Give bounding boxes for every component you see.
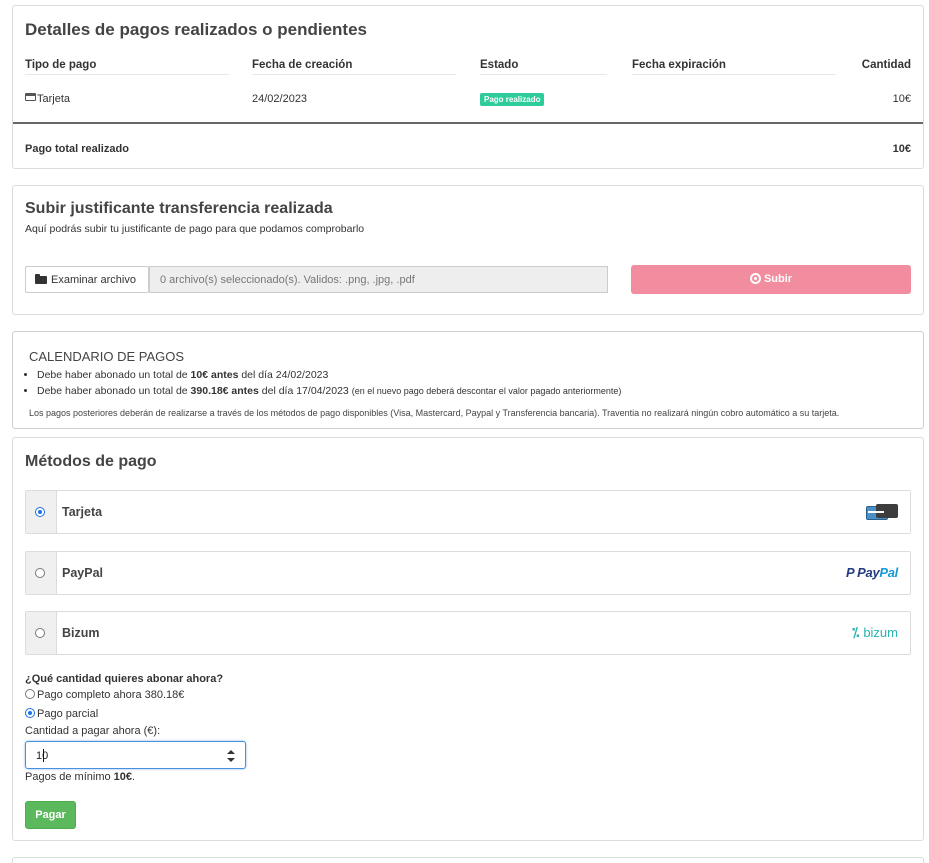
total-value: 10€ — [892, 143, 911, 155]
next-card — [12, 857, 924, 863]
calendar-note: Los pagos posteriores deberán de realiza… — [29, 408, 840, 418]
method-label: Bizum — [62, 626, 100, 640]
browse-file-button[interactable]: Examinar archivo — [25, 266, 149, 293]
radio-full-payment[interactable] — [25, 689, 35, 699]
col-header-tipo: Tipo de pago — [25, 59, 97, 71]
upload-circle-icon — [749, 273, 761, 284]
payment-methods-title: Métodos de pago — [25, 453, 157, 470]
payment-details-title: Detalles de pagos realizados o pendiente… — [25, 20, 367, 39]
col-divider — [480, 74, 607, 75]
text-caret — [43, 749, 44, 762]
col-header-cantidad: Cantidad — [861, 59, 911, 71]
upload-button[interactable]: Subir — [631, 265, 911, 294]
status-badge: Pago realizado — [480, 93, 545, 106]
pay-button[interactable]: Pagar — [25, 801, 76, 829]
selected-files-field[interactable]: 0 archivo(s) seleccionado(s). Validos: .… — [149, 266, 608, 293]
table-row-tipo: Tarjeta — [25, 93, 70, 105]
method-radio-tarjeta[interactable] — [35, 507, 45, 517]
col-divider — [632, 74, 836, 75]
amount-label: Cantidad a pagar ahora (€): — [25, 725, 161, 737]
upload-receipt-card: Subir justificante transferencia realiza… — [12, 185, 924, 315]
credit-card-icon — [25, 93, 36, 101]
credit-card-logo-icon — [866, 504, 898, 520]
total-divider — [13, 122, 923, 124]
upload-title: Subir justificante transferencia realiza… — [25, 200, 333, 217]
calendar-title: CALENDARIO DE PAGOS — [29, 349, 185, 364]
payment-calendar-card: CALENDARIO DE PAGOS Debe haber abonado u… — [12, 331, 924, 429]
amount-input[interactable]: 10 — [25, 741, 246, 769]
col-divider — [25, 74, 229, 75]
option-full-payment[interactable]: Pago completo ahora 380.18€ — [25, 689, 184, 701]
payment-methods-card: Métodos de pago Tarjeta PayPal P PayPal … — [12, 437, 924, 841]
method-radio-paypal[interactable] — [35, 568, 45, 578]
upload-description: Aquí podrás subir tu justificante de pag… — [25, 223, 365, 235]
calendar-item: Debe haber abonado un total de 390.18€ a… — [37, 385, 621, 397]
paypal-logo-icon: P PayPal — [845, 565, 898, 580]
col-header-fecha-expiracion: Fecha expiración — [632, 59, 726, 71]
browse-file-label: Examinar archivo — [51, 274, 136, 286]
payment-method-tarjeta[interactable]: Tarjeta — [25, 490, 911, 534]
tipo-value: Tarjeta — [37, 93, 71, 105]
payment-method-paypal[interactable]: PayPal P PayPal — [25, 551, 911, 595]
amount-question: ¿Qué cantidad quieres abonar ahora? — [25, 673, 224, 685]
method-label: Tarjeta — [62, 505, 103, 519]
minimum-payment-note: Pagos de mínimo 10€. — [25, 771, 136, 783]
method-radio-bizum[interactable] — [35, 628, 45, 638]
col-divider — [252, 74, 456, 75]
folder-open-icon — [35, 274, 47, 284]
calendar-item: Debe haber abonado un total de 10€ antes… — [37, 369, 621, 381]
col-header-fecha-creacion: Fecha de creación — [252, 59, 353, 71]
upload-label: Subir — [763, 273, 793, 285]
fecha-creacion-value: 24/02/2023 — [252, 93, 308, 105]
payment-method-bizum[interactable]: Bizum ⁒ bizum — [25, 611, 911, 655]
payment-details-card: Detalles de pagos realizados o pendiente… — [12, 5, 924, 169]
radio-partial-payment[interactable] — [25, 708, 35, 718]
col-header-estado: Estado — [480, 59, 519, 71]
method-label: PayPal — [62, 566, 104, 580]
cantidad-value: 10€ — [892, 93, 911, 105]
total-label: Pago total realizado — [25, 143, 129, 155]
option-partial-payment[interactable]: Pago parcial — [25, 708, 98, 720]
bizum-logo-icon: ⁒ bizum — [852, 625, 898, 640]
number-spinner-icon[interactable] — [227, 750, 235, 762]
calendar-list: Debe haber abonado un total de 10€ antes… — [37, 369, 621, 401]
